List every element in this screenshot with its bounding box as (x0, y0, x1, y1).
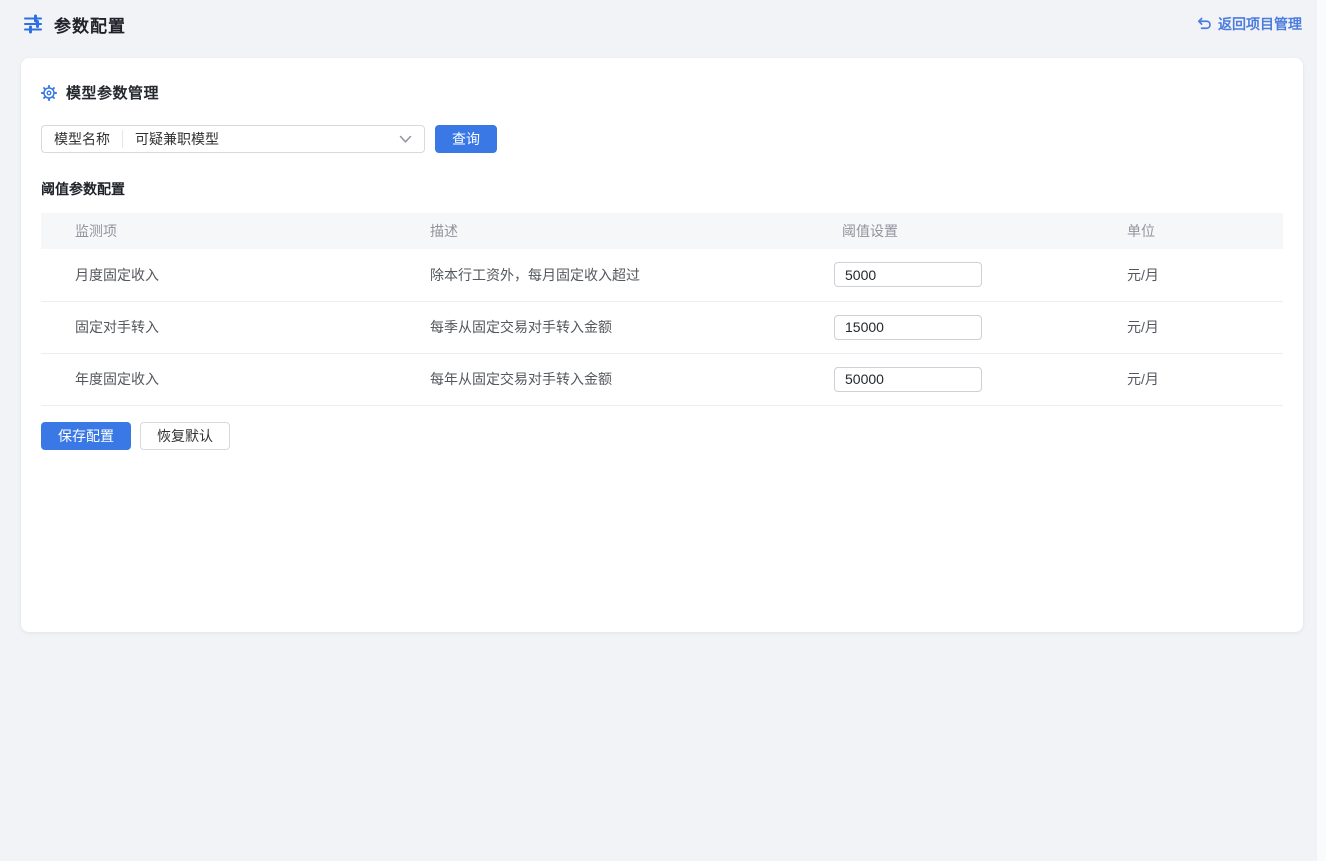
back-to-project-link[interactable]: 返回项目管理 (1196, 14, 1302, 34)
page-title: 参数配置 (54, 12, 126, 37)
threshold-table: 监测项 描述 阈值设置 单位 月度固定收入 除本行工资外，每月固定收入超过 元/… (41, 213, 1283, 406)
scrollbar[interactable] (1317, 0, 1326, 861)
return-arrow-icon (1196, 16, 1212, 32)
chevron-down-icon (399, 135, 424, 144)
description-cell: 除本行工资外，每月固定收入超过 (396, 249, 808, 301)
threshold-input[interactable] (834, 315, 982, 340)
column-header-monitor-item: 监测项 (41, 213, 396, 249)
threshold-input[interactable] (834, 262, 982, 287)
model-name-select[interactable]: 模型名称 可疑兼职模型 (41, 125, 425, 153)
table-row: 月度固定收入 除本行工资外，每月固定收入超过 元/月 (41, 249, 1283, 301)
description-cell: 每年从固定交易对手转入金额 (396, 353, 808, 405)
gear-icon (41, 85, 57, 101)
section-title: 模型参数管理 (66, 82, 159, 103)
model-name-value: 可疑兼职模型 (123, 129, 399, 149)
section-header: 模型参数管理 (41, 82, 1283, 103)
action-buttons: 保存配置 恢复默认 (41, 422, 1283, 450)
query-row: 模型名称 可疑兼职模型 查询 (41, 125, 1283, 153)
threshold-input[interactable] (834, 367, 982, 392)
monitor-item-cell: 年度固定收入 (41, 353, 396, 405)
description-cell: 每季从固定交易对手转入金额 (396, 301, 808, 353)
threshold-cell (808, 353, 1093, 405)
table-row: 固定对手转入 每季从固定交易对手转入金额 元/月 (41, 301, 1283, 353)
model-name-label: 模型名称 (42, 130, 123, 148)
model-parameter-card: 模型参数管理 模型名称 可疑兼职模型 查询 阈值参数配置 监测项 描述 阈值设置… (21, 58, 1303, 632)
save-config-button[interactable]: 保存配置 (41, 422, 131, 450)
column-header-unit: 单位 (1093, 213, 1283, 249)
monitor-item-cell: 月度固定收入 (41, 249, 396, 301)
threshold-cell (808, 249, 1093, 301)
unit-cell: 元/月 (1093, 353, 1283, 405)
restore-default-button[interactable]: 恢复默认 (140, 422, 230, 450)
monitor-item-cell: 固定对手转入 (41, 301, 396, 353)
unit-cell: 元/月 (1093, 301, 1283, 353)
query-button[interactable]: 查询 (435, 125, 497, 153)
topbar: 参数配置 返回项目管理 (0, 0, 1326, 58)
back-link-label: 返回项目管理 (1218, 14, 1302, 34)
column-header-threshold: 阈值设置 (808, 213, 1093, 249)
table-header-row: 监测项 描述 阈值设置 单位 (41, 213, 1283, 249)
threshold-section-title: 阈值参数配置 (41, 179, 1283, 199)
page-title-wrap: 参数配置 (22, 12, 126, 37)
column-header-description: 描述 (396, 213, 808, 249)
table-row: 年度固定收入 每年从固定交易对手转入金额 元/月 (41, 353, 1283, 405)
unit-cell: 元/月 (1093, 249, 1283, 301)
threshold-cell (808, 301, 1093, 353)
sliders-icon (22, 13, 44, 35)
